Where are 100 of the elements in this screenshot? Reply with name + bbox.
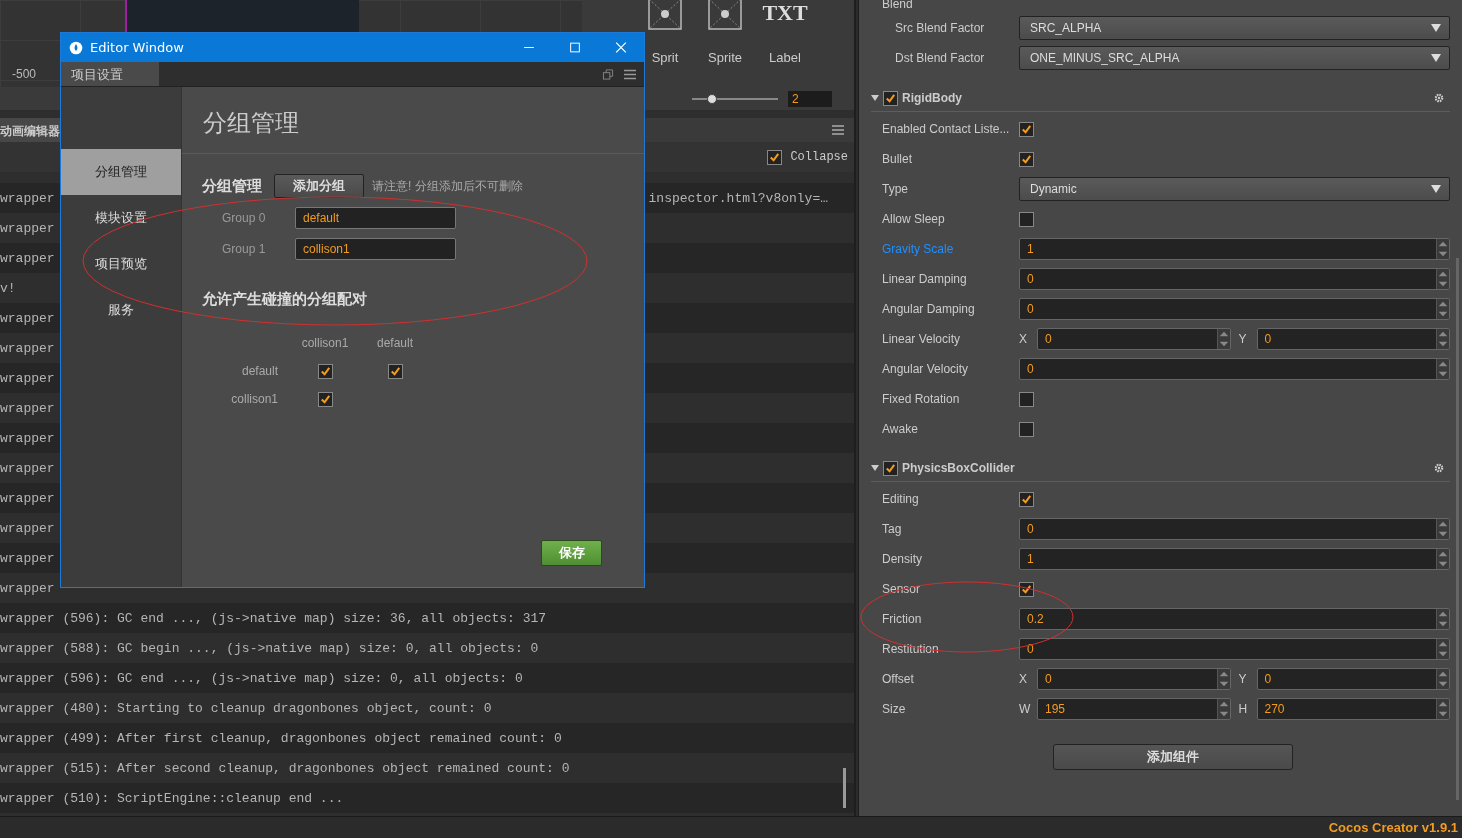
zoom-value-field[interactable]: 2 — [788, 90, 832, 107]
axis-label: W — [1019, 702, 1029, 716]
console-line: wrapper (480): Starting to cleanup dragonbones object, count: 0 — [0, 700, 492, 716]
checkbox[interactable] — [1019, 491, 1034, 507]
widget-label[interactable]: Sprite — [708, 50, 742, 65]
number-field[interactable]: 1 — [1019, 548, 1450, 570]
number-field[interactable]: 0 — [1019, 638, 1450, 660]
checkbox[interactable] — [317, 363, 333, 379]
animation-editor-tab[interactable]: 动画编辑器 — [0, 118, 62, 142]
image-placeholder-icon[interactable] — [708, 0, 742, 30]
checkbox[interactable] — [1019, 211, 1034, 227]
dropdown[interactable]: SRC_ALPHA — [1019, 16, 1450, 40]
collapse-checkbox[interactable] — [767, 149, 783, 165]
widget-label[interactable]: Sprit — [651, 50, 679, 65]
console-line: wrapper — [0, 520, 55, 536]
nav-item[interactable]: 项目预览 — [61, 241, 181, 287]
component-checkbox[interactable] — [883, 90, 898, 106]
expand-arrow-icon[interactable] — [871, 464, 879, 472]
number-field[interactable]: 0 — [1019, 298, 1450, 320]
spinner-icon[interactable] — [1436, 519, 1449, 539]
caret-icon — [1431, 24, 1441, 32]
settings-icon[interactable] — [1434, 93, 1444, 103]
menu-icon[interactable] — [624, 68, 636, 80]
column-header: collison1 — [300, 336, 350, 350]
spinner-icon[interactable] — [1216, 699, 1230, 719]
restore-icon[interactable] — [602, 68, 614, 80]
dropdown[interactable]: ONE_MINUS_SRC_ALPHA — [1019, 46, 1450, 70]
dropdown[interactable]: Dynamic — [1019, 177, 1450, 201]
spinner-icon[interactable] — [1436, 609, 1449, 629]
checkbox[interactable] — [1019, 151, 1034, 167]
axis-label: Y — [1238, 332, 1248, 346]
spinner-icon[interactable] — [1436, 549, 1449, 569]
nav-item[interactable]: 分组管理 — [61, 149, 181, 195]
property-label: Size — [882, 702, 907, 716]
spinner-icon[interactable] — [1436, 329, 1449, 349]
checkbox[interactable] — [1019, 121, 1034, 137]
number-field[interactable]: 0.2 — [1019, 608, 1450, 630]
expand-arrow-icon[interactable] — [871, 94, 879, 102]
caret-icon — [1431, 54, 1441, 62]
group-label: Group 0 — [222, 210, 267, 225]
group-name-field[interactable]: collison1 — [295, 237, 456, 260]
text-widget-icon[interactable]: TXT — [762, 0, 808, 30]
window-title: Editor Window — [90, 40, 185, 55]
widget-label[interactable]: Label — [769, 50, 801, 65]
number-field[interactable]: 0 — [1019, 518, 1450, 540]
number-field[interactable]: 0 — [1037, 668, 1231, 690]
group-name-field[interactable]: default — [295, 206, 456, 229]
axis-label: Y — [1238, 672, 1248, 686]
number-field[interactable]: 195 — [1037, 698, 1231, 720]
add-group-button[interactable]: 添加分组 — [274, 174, 364, 198]
console-line: wrapper — [0, 370, 55, 386]
property-label: Linear Damping — [882, 272, 968, 286]
row-header: collison1 — [230, 392, 279, 406]
number-field[interactable]: 0 — [1019, 358, 1450, 380]
group-label: Group 1 — [222, 241, 267, 256]
spinner-icon[interactable] — [1436, 669, 1449, 689]
spinner-icon[interactable] — [1436, 359, 1449, 379]
axis-label: X — [1019, 672, 1028, 686]
settings-icon[interactable] — [1434, 463, 1444, 473]
component-title: PhysicsBoxCollider — [902, 461, 1016, 475]
property-label: Type — [882, 182, 909, 196]
image-placeholder-icon[interactable] — [648, 0, 682, 30]
console-line: wrapper — [0, 310, 55, 326]
number-field[interactable]: 0 — [1019, 268, 1450, 290]
checkbox[interactable] — [1019, 391, 1034, 407]
page-heading: 分组管理 — [182, 87, 644, 154]
checkbox[interactable] — [317, 391, 333, 407]
spinner-icon[interactable] — [1436, 639, 1449, 659]
number-field[interactable]: 0 — [1256, 328, 1450, 350]
property-label: Awake — [882, 422, 919, 436]
spinner-icon[interactable] — [1436, 299, 1449, 319]
property-label: Angular Velocity — [882, 362, 970, 376]
spinner-icon[interactable] — [1216, 329, 1230, 349]
number-field[interactable]: 0 — [1256, 668, 1450, 690]
settings-tab[interactable]: 项目设置 — [61, 62, 159, 86]
property-label: Fixed Rotation — [882, 392, 961, 406]
console-line: wrapper (510): ScriptEngine::cleanup end ... — [0, 790, 344, 806]
property-label: Linear Velocity — [882, 332, 962, 346]
menu-icon[interactable] — [832, 125, 844, 135]
checkbox[interactable] — [1019, 581, 1034, 597]
property-label: Offset — [882, 672, 915, 686]
nav-item[interactable]: 服务 — [61, 287, 181, 333]
spinner-icon[interactable] — [1436, 269, 1449, 289]
number-field[interactable]: 0 — [1037, 328, 1231, 350]
scrollbar-thumb[interactable] — [843, 768, 846, 808]
spinner-icon[interactable] — [1436, 239, 1449, 259]
property-label: Density — [882, 552, 923, 566]
spinner-icon[interactable] — [1436, 699, 1449, 719]
console-line: wrapper — [0, 550, 55, 566]
spinner-icon[interactable] — [1216, 669, 1230, 689]
checkbox[interactable] — [387, 363, 403, 379]
console-line: inspector.html?v8only=… — [648, 190, 828, 206]
component-checkbox[interactable] — [883, 460, 898, 476]
checkbox[interactable] — [1019, 421, 1034, 437]
add-component-button[interactable]: 添加组件 — [1052, 744, 1293, 770]
component-title: RigidBody — [902, 91, 963, 105]
axis-label: H — [1238, 702, 1249, 716]
number-field[interactable]: 1 — [1019, 238, 1450, 260]
app-logo-icon — [69, 40, 83, 55]
number-field[interactable]: 270 — [1256, 698, 1450, 720]
